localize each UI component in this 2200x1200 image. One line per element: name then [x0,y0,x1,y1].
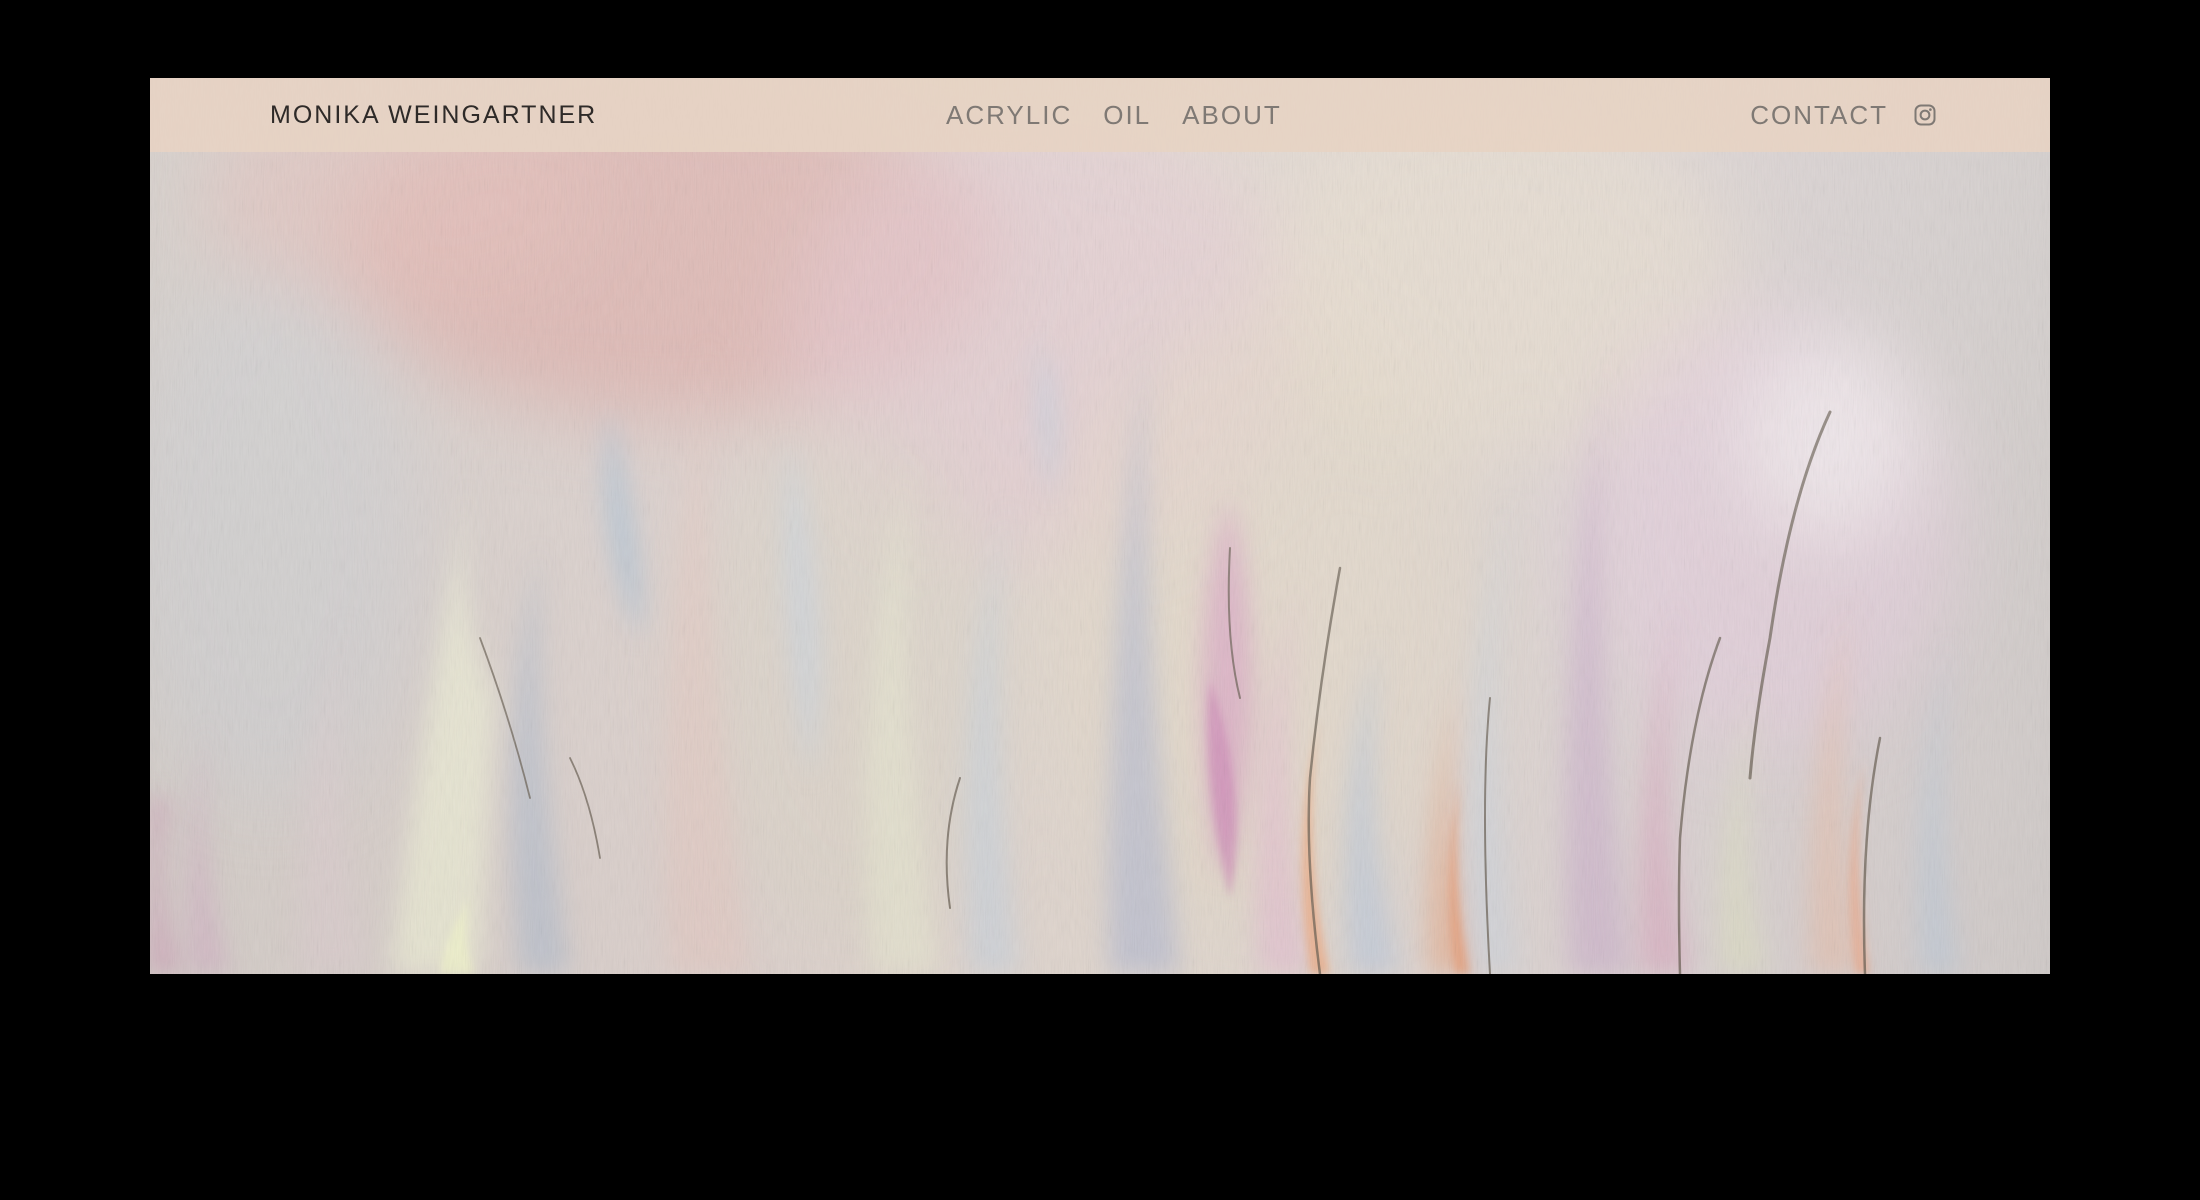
nav-link-oil[interactable]: OIL [1103,100,1151,131]
nav-link-about[interactable]: ABOUT [1182,100,1282,131]
nav-link-acrylic[interactable]: ACRYLIC [946,100,1072,131]
hero-painting-image [150,78,2050,974]
header-right-nav: CONTACT [1750,78,1936,152]
site-header: MONIKA WEINGARTNER ACRYLIC OIL ABOUT CON… [150,78,2050,152]
browser-window: MONIKA WEINGARTNER ACRYLIC OIL ABOUT CON… [150,78,2050,974]
instagram-icon[interactable] [1914,104,1936,126]
nav-link-contact[interactable]: CONTACT [1750,100,1888,131]
main-nav: ACRYLIC OIL ABOUT [946,78,1282,152]
site-title-link[interactable]: MONIKA WEINGARTNER [270,78,597,152]
